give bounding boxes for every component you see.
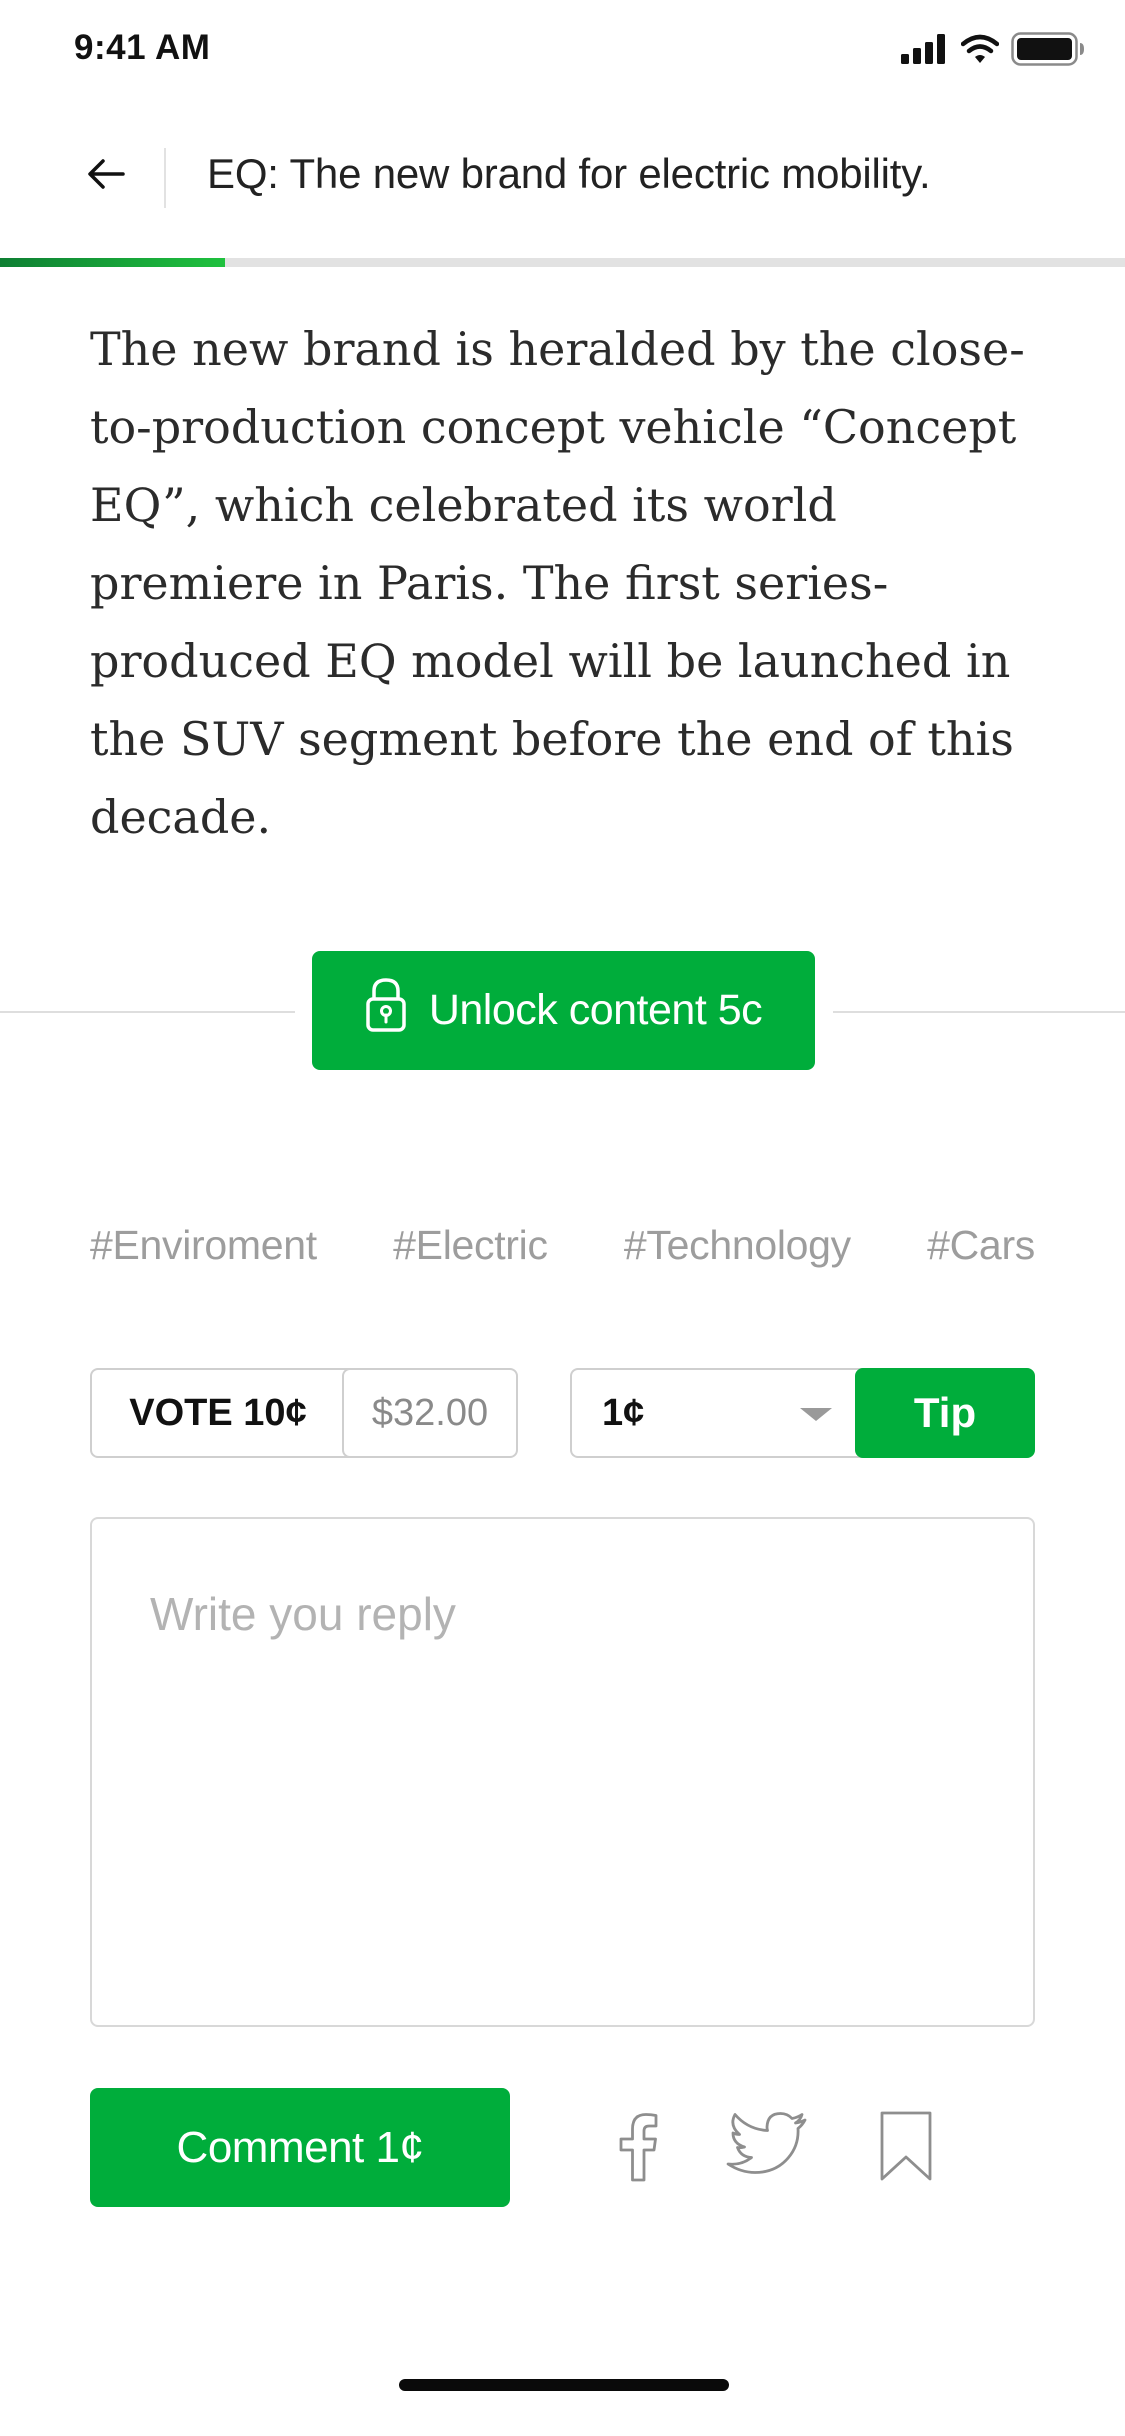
vote-group: VOTE 10¢ $32.00 (90, 1368, 518, 1458)
reply-input[interactable] (90, 1517, 1035, 2027)
arrow-left-icon (86, 158, 126, 195)
caret-down-icon (800, 1408, 832, 1421)
comment-button[interactable]: Comment 1¢ (90, 2088, 510, 2207)
vote-button[interactable]: VOTE 10¢ (92, 1370, 344, 1456)
reading-progress-fill (0, 258, 225, 267)
unlock-content-label: Unlock content 5c (428, 986, 763, 1034)
facebook-icon (617, 2110, 659, 2187)
home-indicator (399, 2379, 729, 2391)
facebook-share-button[interactable] (610, 2112, 666, 2184)
divider-right (833, 1011, 1125, 1013)
cellular-signal-icon (901, 34, 949, 69)
tip-button[interactable]: Tip (855, 1368, 1035, 1458)
vote-amount: $32.00 (342, 1368, 518, 1458)
tag-cars[interactable]: #Cars (927, 1222, 1035, 1269)
status-time: 9:41 AM (74, 28, 211, 67)
battery-icon (1011, 32, 1085, 71)
status-icons (901, 32, 1085, 71)
twitter-share-button[interactable] (724, 2111, 810, 2186)
back-button[interactable] (80, 150, 132, 202)
bookmark-button[interactable] (876, 2110, 936, 2187)
reading-progress-bar (0, 258, 1125, 267)
bookmark-icon (878, 2110, 934, 2187)
page-title: EQ: The new brand for electric mobility. (207, 150, 931, 197)
tip-group: 1¢ Tip (570, 1368, 1035, 1458)
twitter-icon (725, 2111, 809, 2186)
header-divider (164, 148, 166, 208)
tag-electric[interactable]: #Electric (393, 1222, 548, 1269)
tag-list: #Enviroment #Electric #Technology #Cars (90, 1222, 1035, 1269)
lock-icon (365, 977, 407, 1044)
article-header: EQ: The new brand for electric mobility. (0, 110, 1125, 260)
status-bar: 9:41 AM (0, 0, 1125, 100)
tip-amount-value: 1¢ (602, 1391, 645, 1434)
tag-technology[interactable]: #Technology (624, 1222, 851, 1269)
tag-enviroment[interactable]: #Enviroment (90, 1222, 317, 1269)
article-body: The new brand is heralded by the close-t… (90, 322, 1025, 844)
unlock-content-button[interactable]: Unlock content 5c (312, 951, 815, 1070)
wifi-icon (960, 34, 1000, 69)
divider-left (0, 1011, 295, 1013)
